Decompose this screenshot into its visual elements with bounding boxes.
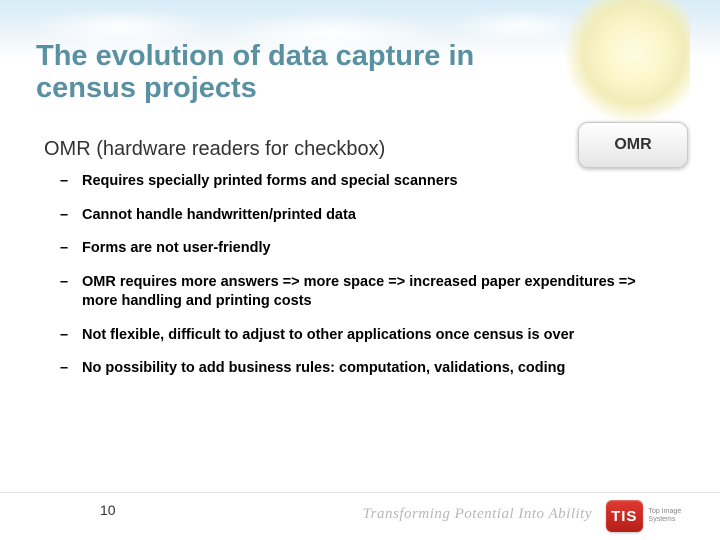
list-item: Forms are not user-friendly: [60, 239, 660, 259]
list-item: OMR requires more answers => more space …: [60, 273, 660, 312]
tis-logo-name: Top Image Systems: [649, 508, 702, 523]
list-item: Requires specially printed forms and spe…: [60, 172, 660, 192]
bullet-list: Requires specially printed forms and spe…: [60, 172, 660, 393]
list-item: Not flexible, difficult to adjust to oth…: [60, 326, 660, 346]
omr-badge-label: OMR: [614, 136, 651, 154]
section-subtitle: OMR (hardware readers for checkbox): [44, 138, 385, 161]
slide-title: The evolution of data capture in census …: [36, 40, 476, 105]
list-item: Cannot handle handwritten/printed data: [60, 206, 660, 226]
footer-tagline: Transforming Potential Into Ability: [363, 506, 592, 523]
slide: The evolution of data capture in census …: [0, 0, 720, 540]
footer: Transforming Potential Into Ability TIS …: [0, 492, 720, 540]
tis-logo: TIS Top Image Systems: [606, 496, 702, 536]
list-item: No possibility to add business rules: co…: [60, 359, 660, 379]
footer-divider: [0, 492, 720, 493]
tis-logo-mark: TIS: [606, 500, 643, 532]
omr-badge: OMR: [578, 122, 688, 168]
